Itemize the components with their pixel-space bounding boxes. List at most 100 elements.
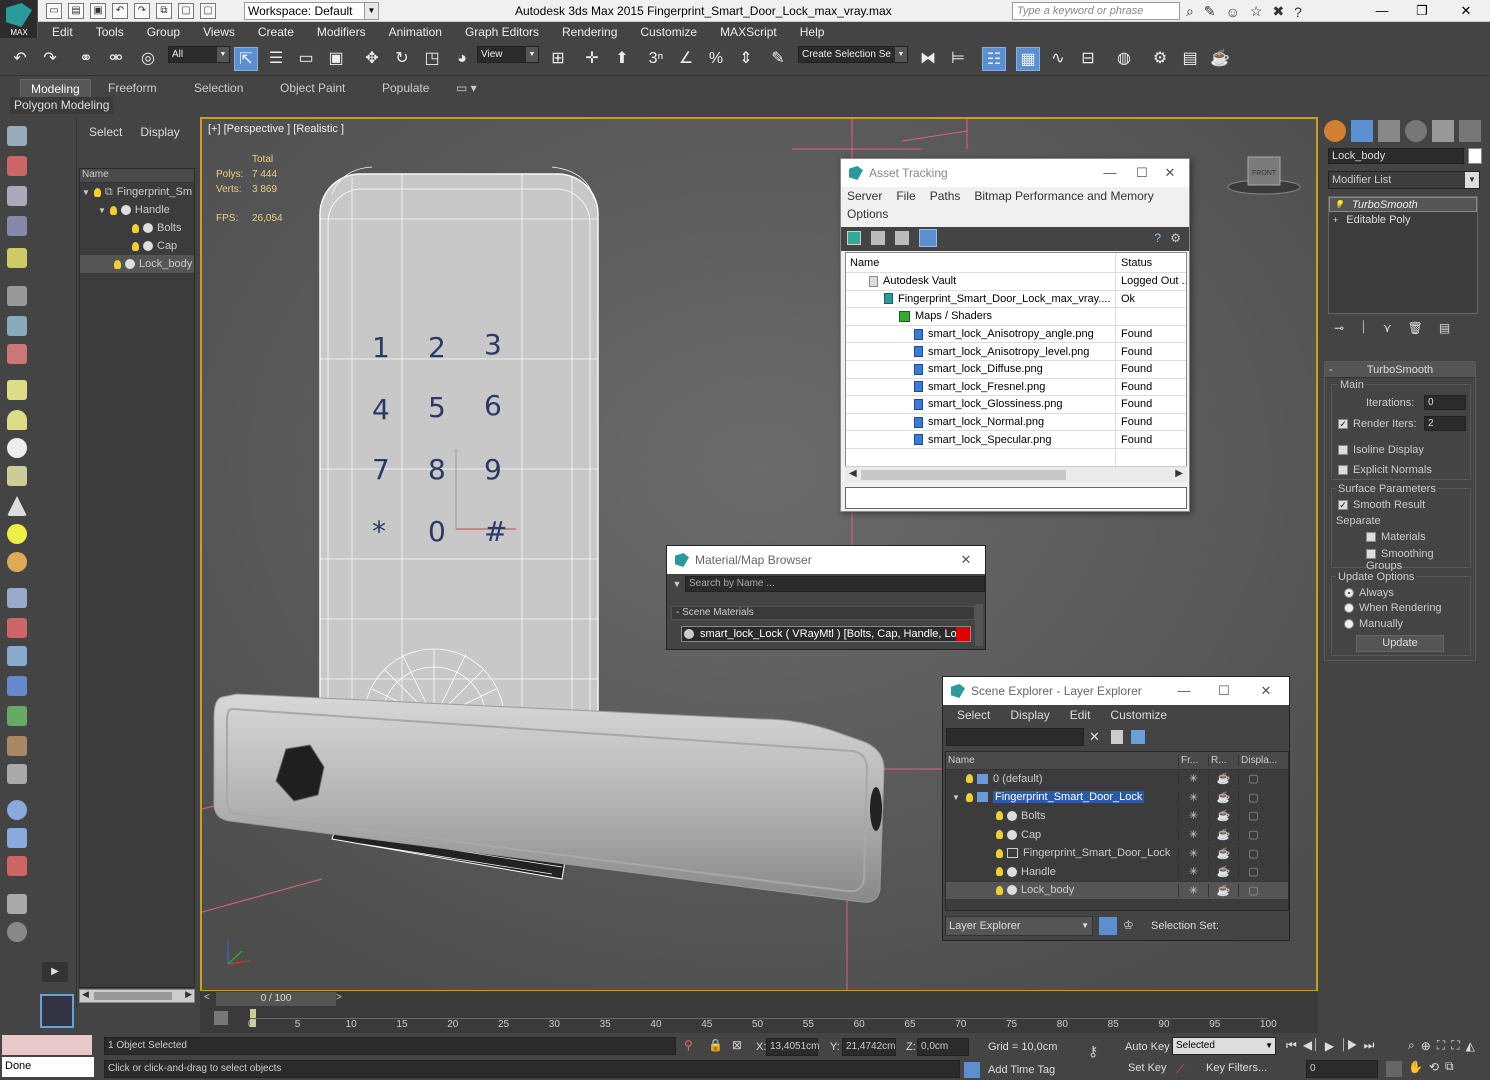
bind-space-warp-icon[interactable]: ◎ <box>136 47 160 71</box>
close-button[interactable]: ✕ <box>1155 163 1185 183</box>
place-icon[interactable]: ◕ <box>450 47 474 71</box>
utilities-tab-icon[interactable] <box>1459 120 1481 142</box>
previous-key-icon[interactable]: ◀⏐ <box>1303 1038 1319 1053</box>
hold-icon[interactable]: ⧉ <box>156 3 172 19</box>
bulb-icon[interactable] <box>966 792 973 802</box>
always-radio[interactable] <box>1344 588 1354 599</box>
open-file-icon[interactable]: ▤ <box>68 3 84 19</box>
next-frame-icon[interactable]: > <box>336 992 342 1003</box>
column-renderable[interactable]: R... <box>1208 755 1238 766</box>
field-of-view-icon[interactable]: ◭ <box>1466 1039 1475 1053</box>
isoline-display-checkbox[interactable] <box>1338 445 1348 456</box>
asset-table-row[interactable]: smart_lock_Diffuse.png Found <box>846 360 1186 379</box>
asset-table-row[interactable] <box>846 448 1186 467</box>
zoom-extents-icon[interactable]: ⛶ <box>1437 1038 1445 1053</box>
snowflake-icon[interactable]: ✳ <box>1178 828 1208 842</box>
tab-selection[interactable]: Selection <box>184 79 253 97</box>
zoom-all-icon[interactable]: ⊕ <box>1421 1039 1431 1053</box>
key-icon[interactable]: ⚷ <box>1088 1043 1098 1060</box>
display-tab-icon[interactable] <box>1432 120 1454 142</box>
search-options-icon[interactable]: ▼ <box>669 579 685 589</box>
sky-icon[interactable] <box>7 552 27 572</box>
track-bar[interactable]: 0 5 10 15 20 25 30 35 40 45 50 55 60 65 70 75 80 85 90 95 10… <box>200 1007 1318 1033</box>
workspace-dropdown[interactable]: Workspace: Default ▼ <box>244 2 379 20</box>
snowflake-icon[interactable]: ✳ <box>1178 883 1208 897</box>
asset-table-row[interactable]: smart_lock_Glossiness.png Found <box>846 396 1186 414</box>
column-status[interactable]: Status <box>1116 253 1186 272</box>
percent-snap-icon[interactable]: % <box>704 47 728 71</box>
light-icon[interactable] <box>7 248 27 268</box>
schematic-view-icon[interactable]: ⊟ <box>1076 47 1100 71</box>
chart-icon[interactable] <box>7 856 27 876</box>
tools-icon[interactable]: ✎ <box>1204 3 1216 20</box>
redo-icon[interactable]: ↷ <box>38 47 62 71</box>
display-box-icon[interactable]: ▢ <box>1238 828 1268 842</box>
play-icon[interactable]: ▶ <box>1325 1039 1334 1053</box>
document-icon[interactable] <box>7 894 27 914</box>
material-scrollbar[interactable] <box>975 604 983 646</box>
key-mode-dropdown[interactable]: Selected ▼ <box>1172 1037 1276 1055</box>
menu-edit[interactable]: Edit <box>1070 708 1091 722</box>
maximize-viewport-icon[interactable]: ⧉ <box>1445 1059 1454 1074</box>
gear-icon[interactable] <box>7 676 27 696</box>
maximize-button[interactable]: ❐ <box>1408 2 1436 20</box>
helper-icon[interactable] <box>7 618 27 638</box>
menu-paths[interactable]: Paths <box>930 189 961 203</box>
column-name[interactable]: Name <box>846 253 1116 272</box>
time-slider-thumb[interactable]: 0 / 100 <box>216 992 336 1006</box>
motion-tab-icon[interactable] <box>1405 120 1427 142</box>
grid-icon[interactable] <box>7 216 27 236</box>
render-iters-spinner[interactable]: 2 <box>1424 416 1466 431</box>
particles-icon[interactable] <box>7 588 27 608</box>
lightbulb-icon[interactable]: 💡 <box>1334 200 1344 209</box>
side-tab-select[interactable]: Select <box>89 125 122 139</box>
update-button[interactable]: Update <box>1356 635 1444 652</box>
bulb-icon[interactable] <box>996 830 1003 840</box>
select-by-name-icon[interactable]: ☰ <box>264 47 288 71</box>
layer-tree-row[interactable]: Fingerprint_Smart_Door_Lock ✳ ☕ ▢ <box>946 844 1288 863</box>
column-name[interactable]: Name <box>946 755 1178 766</box>
smoothing-groups-checkbox[interactable] <box>1366 549 1376 560</box>
close-button[interactable]: ✕ <box>1251 681 1281 701</box>
maxscript-output[interactable]: Done <box>2 1057 94 1077</box>
teapot-icon[interactable]: ☕ <box>1208 883 1238 897</box>
menu-customize[interactable]: Customize <box>1110 708 1167 722</box>
teapot-icon[interactable]: ☕ <box>1208 865 1238 879</box>
menu-select[interactable]: Select <box>957 708 990 722</box>
set-key-filter-icon[interactable]: ⟋ <box>1176 1062 1184 1077</box>
maxscript-listener-mini[interactable] <box>2 1035 92 1055</box>
asset-table-row[interactable]: smart_lock_Normal.png Found <box>846 413 1186 432</box>
minimize-button[interactable]: — <box>1095 163 1125 183</box>
hierarchy-icon[interactable]: ♔ <box>1123 918 1139 934</box>
spinner-snap-icon[interactable]: ⇕ <box>734 47 758 71</box>
bulb-icon[interactable] <box>114 259 121 269</box>
fan-icon[interactable] <box>7 466 27 486</box>
align-icon[interactable]: ⊨ <box>946 47 970 71</box>
menu-display[interactable]: Display <box>1010 708 1049 722</box>
isolate-icon[interactable]: ⚲ <box>684 1038 693 1052</box>
rotate-icon[interactable]: ↻ <box>390 47 414 71</box>
image-icon[interactable] <box>7 156 27 176</box>
maximize-button[interactable]: ☐ <box>1209 681 1239 701</box>
menu-tools[interactable]: Tools <box>96 25 124 39</box>
bulb-icon[interactable] <box>996 811 1003 821</box>
side-tree-item[interactable]: ▼ Handle <box>80 201 194 219</box>
modifier-list-dropdown[interactable]: Modifier List ▼ <box>1328 171 1480 189</box>
minimize-button[interactable]: — <box>1169 681 1199 701</box>
redo-icon[interactable]: ↷ <box>134 3 150 19</box>
cone-icon[interactable] <box>7 496 27 516</box>
viewport-layout-icon[interactable] <box>40 994 74 1028</box>
pivot-center-icon[interactable]: ⊞ <box>546 47 570 71</box>
menu-options[interactable]: Options <box>847 207 888 221</box>
tab-populate[interactable]: Populate <box>372 79 439 97</box>
time-configuration-icon[interactable] <box>1386 1061 1402 1077</box>
minimize-button[interactable]: — <box>1368 2 1396 20</box>
z-coordinate-field[interactable]: 0,0cm <box>917 1038 969 1056</box>
named-selection-dropdown[interactable]: Create Selection Se ▼ <box>798 46 908 63</box>
bulb-icon[interactable] <box>132 241 139 251</box>
manually-radio[interactable] <box>1344 619 1354 630</box>
go-to-end-icon[interactable]: ⏭ <box>1364 1038 1375 1053</box>
teapot-icon[interactable]: ☕ <box>1208 790 1238 804</box>
asset-table-row[interactable]: Autodesk Vault Logged Out ... <box>846 273 1186 291</box>
modify-tab-icon[interactable] <box>1351 120 1373 142</box>
